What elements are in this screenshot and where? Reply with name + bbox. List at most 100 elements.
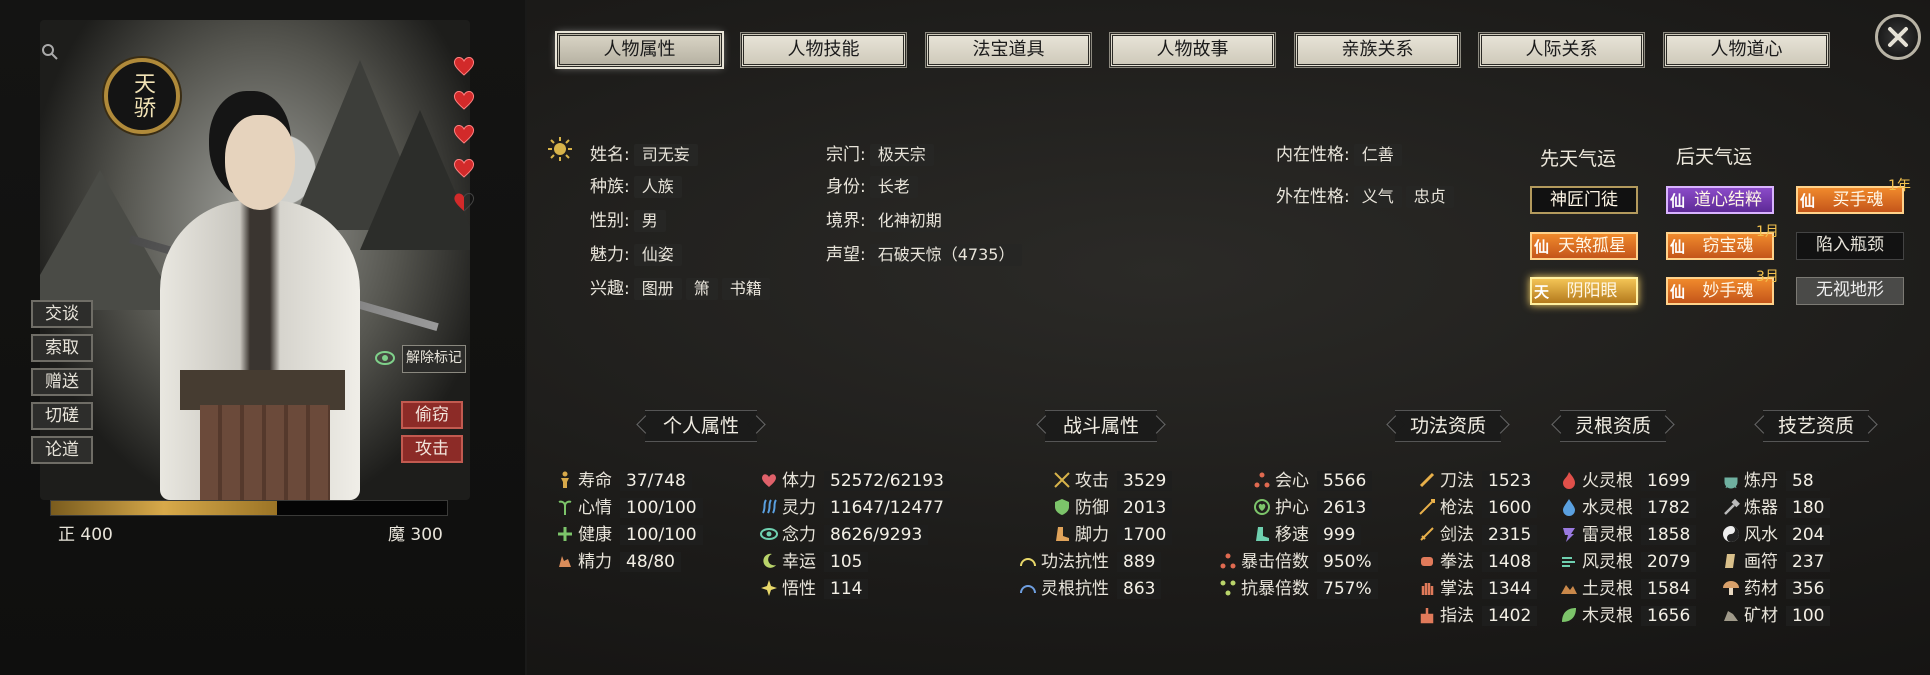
section-root: 灵根资质 <box>1560 410 1666 442</box>
outer-personality-value: 义气 <box>1353 186 1402 208</box>
alignment-bar <box>50 500 448 516</box>
stat-alchemy: 炼丹 58 <box>1722 466 1820 491</box>
stat-defense: 防御 2013 <box>1053 493 1173 518</box>
fortune-item[interactable]: 无视地形 <box>1796 277 1904 305</box>
fortune-label: 陷入瓶颈 <box>1816 235 1884 255</box>
eye-icon[interactable] <box>374 347 396 369</box>
stat-value: 889 <box>1117 552 1162 572</box>
tian-tag: 天 <box>1534 283 1550 301</box>
stat-attack: 攻击 3529 <box>1053 466 1173 491</box>
stat-label: 攻击 <box>1075 471 1109 491</box>
stat-palm: 掌法 1344 <box>1418 574 1538 599</box>
stat-label: 掌法 <box>1440 579 1474 599</box>
gender-label: 性别: <box>590 211 630 231</box>
fortune-label: 阴阳眼 <box>1566 281 1618 301</box>
stat-herbs: 药材 356 <box>1722 574 1831 599</box>
stat-thunder-root: 雷灵根 1858 <box>1560 520 1697 545</box>
info-fame: 声望: 石破天惊（4735） <box>826 240 1023 266</box>
stat-comprehension: 悟性 114 <box>760 574 869 599</box>
stat-label: 炼器 <box>1744 498 1778 518</box>
stat-value: 100/100 <box>620 498 703 518</box>
stat-value: 1656 <box>1641 606 1697 626</box>
info-gender: 性别: 男 <box>590 206 666 232</box>
info-hobbies: 兴趣: 图册箫书籍 <box>590 274 770 300</box>
info-realm: 境界: 化神初期 <box>826 206 950 232</box>
stat-label: 药材 <box>1744 579 1778 599</box>
sparkle-icon <box>760 579 778 597</box>
stat-label: 暴击倍数 <box>1241 552 1309 572</box>
tab-attributes[interactable]: 人物属性 <box>557 33 722 67</box>
stat-label: 炼丹 <box>1744 471 1778 491</box>
tab-treasures[interactable]: 法宝道具 <box>926 33 1091 67</box>
xian-tag: 仙 <box>1800 192 1816 210</box>
fortune-label: 道心结粹 <box>1694 190 1762 210</box>
steal-button[interactable]: 偷窃 <box>401 401 463 429</box>
stat-label: 健康 <box>578 525 612 545</box>
heart-icon <box>452 156 476 180</box>
saber-icon <box>1418 471 1436 489</box>
stat-label: 精力 <box>578 552 612 572</box>
lifespan-icon <box>556 471 574 489</box>
stat-technique-resist: 功法抗性 889 <box>1019 547 1162 572</box>
request-button[interactable]: 索取 <box>31 334 93 362</box>
fortune-item[interactable]: 天阴阳眼 <box>1530 277 1638 305</box>
health-icon <box>556 525 574 543</box>
tab-family[interactable]: 亲族关系 <box>1295 33 1460 67</box>
fortune-label: 妙手魂 <box>1702 281 1754 301</box>
finger-icon <box>1418 606 1436 624</box>
stat-footwork: 脚力 1700 <box>1053 520 1173 545</box>
stat-value: 1700 <box>1117 525 1173 545</box>
fortune-item[interactable]: 神匠门徒 <box>1530 186 1638 214</box>
section-technique: 功法资质 <box>1395 410 1501 442</box>
unmark-button[interactable]: 解除标记 <box>402 345 466 373</box>
stat-label: 枪法 <box>1440 498 1474 518</box>
stat-label: 画符 <box>1744 552 1778 572</box>
stat-label: 矿材 <box>1744 606 1778 626</box>
tab-skills[interactable]: 人物技能 <box>741 33 906 67</box>
spirit-icon <box>760 498 778 516</box>
tab-relations[interactable]: 人际关系 <box>1479 33 1644 67</box>
stat-label: 剑法 <box>1440 525 1474 545</box>
stat-value: 1523 <box>1482 471 1538 491</box>
stat-value: 37/748 <box>620 471 692 491</box>
boot-icon <box>1253 525 1271 543</box>
stat-value: 1584 <box>1641 579 1697 599</box>
stat-label: 悟性 <box>782 579 816 599</box>
talisman-icon <box>1722 552 1740 570</box>
stat-label: 木灵根 <box>1582 606 1633 626</box>
fortune-label: 天煞孤星 <box>1558 236 1626 256</box>
tab-story[interactable]: 人物故事 <box>1110 33 1275 67</box>
stat-critical: 会心 5566 <box>1253 466 1373 491</box>
spar-button[interactable]: 切磋 <box>31 402 93 430</box>
stat-value: 204 <box>1786 525 1831 545</box>
cauldron-icon <box>1722 471 1740 489</box>
fortune-item[interactable]: 仙天煞孤星 <box>1530 232 1638 260</box>
tab-dao-heart[interactable]: 人物道心 <box>1664 33 1829 67</box>
stat-label: 防御 <box>1075 498 1109 518</box>
debate-button[interactable]: 论道 <box>31 436 93 464</box>
leaf-icon <box>1560 606 1578 624</box>
stat-fire-root: 火灵根 1699 <box>1560 466 1697 491</box>
stat-label: 水灵根 <box>1582 498 1633 518</box>
stat-finger: 指法 1402 <box>1418 601 1538 626</box>
stat-value: 1408 <box>1482 552 1538 572</box>
stat-value: 863 <box>1117 579 1162 599</box>
stat-fengshui: 风水 204 <box>1722 520 1831 545</box>
race-label: 种族: <box>590 177 630 197</box>
fortune-item[interactable]: 仙道心结粹 <box>1666 186 1774 214</box>
name-label: 姓名: <box>590 145 630 165</box>
crossed-swords-icon <box>1053 471 1071 489</box>
attack-button[interactable]: 攻击 <box>401 435 463 463</box>
fortune-item[interactable]: 陷入瓶颈 <box>1796 232 1904 260</box>
magnify-icon[interactable] <box>42 44 58 60</box>
energy-icon <box>556 552 574 570</box>
stat-label: 火灵根 <box>1582 471 1633 491</box>
realm-value: 化神初期 <box>869 210 950 232</box>
stat-label: 寿命 <box>578 471 612 491</box>
stat-value: 180 <box>1786 498 1831 518</box>
talk-button[interactable]: 交谈 <box>31 300 93 328</box>
close-button[interactable] <box>1875 14 1921 60</box>
gift-button[interactable]: 赠送 <box>31 368 93 396</box>
stat-value: 1344 <box>1482 579 1538 599</box>
fortune-label: 买手魂 <box>1832 190 1884 210</box>
